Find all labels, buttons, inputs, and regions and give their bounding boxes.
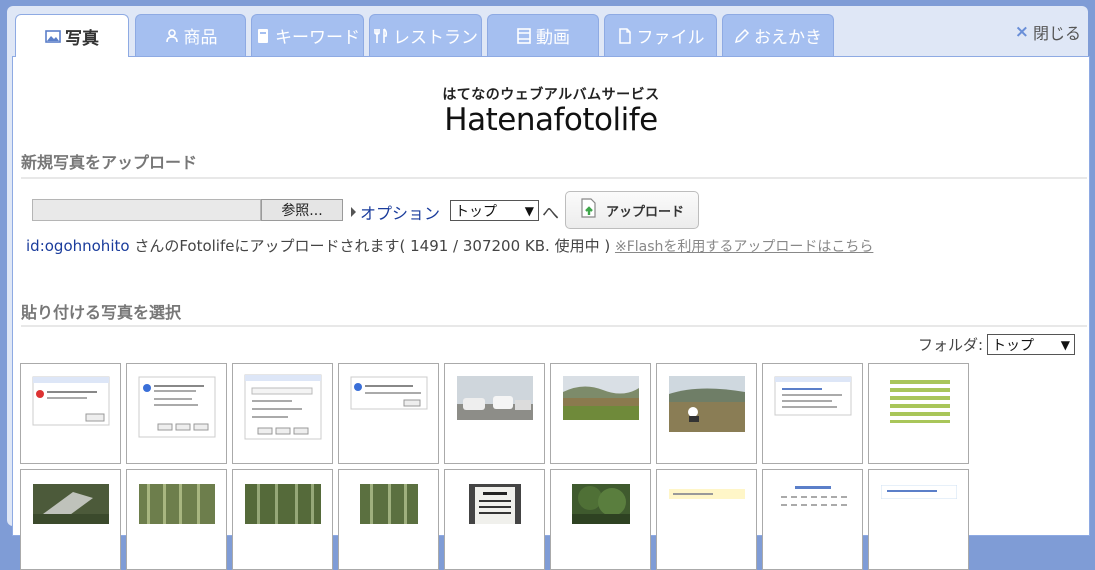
browse-button[interactable]: 参照... xyxy=(261,199,343,221)
thumbnail[interactable] xyxy=(868,469,969,570)
upload-icon xyxy=(580,198,598,222)
thumbnail-image xyxy=(244,374,322,444)
close-button[interactable]: × 閉じる xyxy=(1015,20,1081,44)
options-link[interactable]: オプション xyxy=(351,200,440,224)
thumbnail-image xyxy=(138,376,216,442)
folder-filter: フォルダ: トップ ▼ xyxy=(918,334,1075,355)
select-value: トップ xyxy=(992,337,1034,354)
section-divider xyxy=(21,325,1087,327)
thumbnail[interactable] xyxy=(20,469,121,570)
upload-folder-select[interactable]: トップ ▼ xyxy=(450,200,539,221)
tab-file[interactable]: ファイル xyxy=(604,14,717,56)
tab-video[interactable]: 動画 xyxy=(487,14,599,56)
tab-label: 写真 xyxy=(65,28,99,49)
thumbnail[interactable] xyxy=(232,469,333,570)
thumbnail-image xyxy=(350,376,428,414)
file-path-input[interactable] xyxy=(32,199,261,221)
pencil-icon xyxy=(734,28,750,44)
select-section-title: 貼り付ける写真を選択 xyxy=(21,303,182,322)
tab-label: ファイル xyxy=(636,28,705,48)
thumbnail[interactable] xyxy=(762,469,863,570)
thumbnail-image xyxy=(880,374,958,430)
triangle-right-icon xyxy=(351,207,356,217)
thumbnail-image xyxy=(880,484,958,503)
close-label: 閉じる xyxy=(1032,24,1081,43)
thumbnail[interactable] xyxy=(232,363,333,464)
user-id-link[interactable]: id:ogohnohito xyxy=(26,237,130,255)
tab-restaurant[interactable]: レストラン xyxy=(369,14,482,56)
tab-label: おえかき xyxy=(754,28,822,48)
thumbnail[interactable] xyxy=(550,363,651,464)
tab-label: 動画 xyxy=(536,28,570,48)
chevron-down-icon: ▼ xyxy=(524,203,534,218)
thumbnail[interactable] xyxy=(126,469,227,570)
upload-button[interactable]: アップロード xyxy=(565,191,699,229)
thumbnail-image xyxy=(360,484,418,528)
folder-label: フォルダ: xyxy=(917,336,983,354)
thumbnail[interactable] xyxy=(656,363,757,464)
tab-label: レストラン xyxy=(393,28,478,48)
thumbnail-image xyxy=(774,376,852,420)
restaurant-icon xyxy=(373,27,389,44)
thumbnail[interactable] xyxy=(656,469,757,570)
thumbnail-image xyxy=(32,376,110,430)
video-icon xyxy=(516,27,532,44)
folder-select[interactable]: トップ ▼ xyxy=(987,334,1075,355)
keyword-icon xyxy=(255,28,271,44)
photo-panel: はてなのウェブアルバムサービス Hatenafotolife 新規写真をアップロ… xyxy=(12,56,1090,570)
tab-drawing[interactable]: おえかき xyxy=(722,14,834,56)
thumbnail[interactable] xyxy=(550,469,651,570)
photo-icon xyxy=(45,28,61,44)
tab-photo[interactable]: 写真 xyxy=(15,14,129,57)
thumbnail[interactable] xyxy=(444,469,545,570)
thumbnail[interactable] xyxy=(126,363,227,464)
options-label: オプション xyxy=(360,204,441,223)
section-divider xyxy=(21,177,1087,179)
status-text: さんのFotolifeにアップロードされます( 1491 / 307200 KB… xyxy=(129,237,615,255)
file-icon xyxy=(617,27,633,44)
thumbnail[interactable] xyxy=(868,363,969,464)
upload-section-title: 新規写真をアップロード xyxy=(21,153,198,172)
tab-keyword[interactable]: キーワード xyxy=(251,14,364,56)
thumbnail-image xyxy=(669,484,745,503)
select-value: トップ xyxy=(455,203,497,220)
upload-label: アップロード xyxy=(605,204,684,220)
tab-label: 商品 xyxy=(183,28,218,48)
brand-subtitle: はてなのウェブアルバムサービス xyxy=(442,87,660,103)
thumbnail[interactable] xyxy=(20,363,121,464)
thumbnail[interactable] xyxy=(338,469,439,570)
close-icon: × xyxy=(1014,22,1029,42)
to-label: へ xyxy=(542,204,559,224)
tab-product[interactable]: 商品 xyxy=(135,14,246,56)
thumbnail-image xyxy=(572,484,630,528)
thumbnail-image xyxy=(245,484,321,528)
thumbnail-image xyxy=(563,376,639,424)
thumbnail-image xyxy=(457,376,533,424)
brand-logo: Hatenafotolife xyxy=(444,102,658,138)
thumbnail-image xyxy=(775,484,851,528)
flash-upload-link[interactable]: ※Flashを利用するアップロードはこちら xyxy=(615,239,873,255)
upload-status: id:ogohnohito さんのFotolifeにアップロードされます( 14… xyxy=(26,235,873,256)
thumbnail-image xyxy=(33,484,109,528)
thumbnail[interactable] xyxy=(338,363,439,464)
thumbnail[interactable] xyxy=(762,363,863,464)
thumbnail[interactable] xyxy=(444,363,545,464)
chevron-down-icon: ▼ xyxy=(1060,337,1070,352)
product-icon xyxy=(164,28,180,44)
tab-label: キーワード xyxy=(275,28,360,48)
thumbnail-image xyxy=(139,484,215,528)
thumbnail-image xyxy=(469,484,521,528)
thumbnail-image xyxy=(669,376,745,436)
